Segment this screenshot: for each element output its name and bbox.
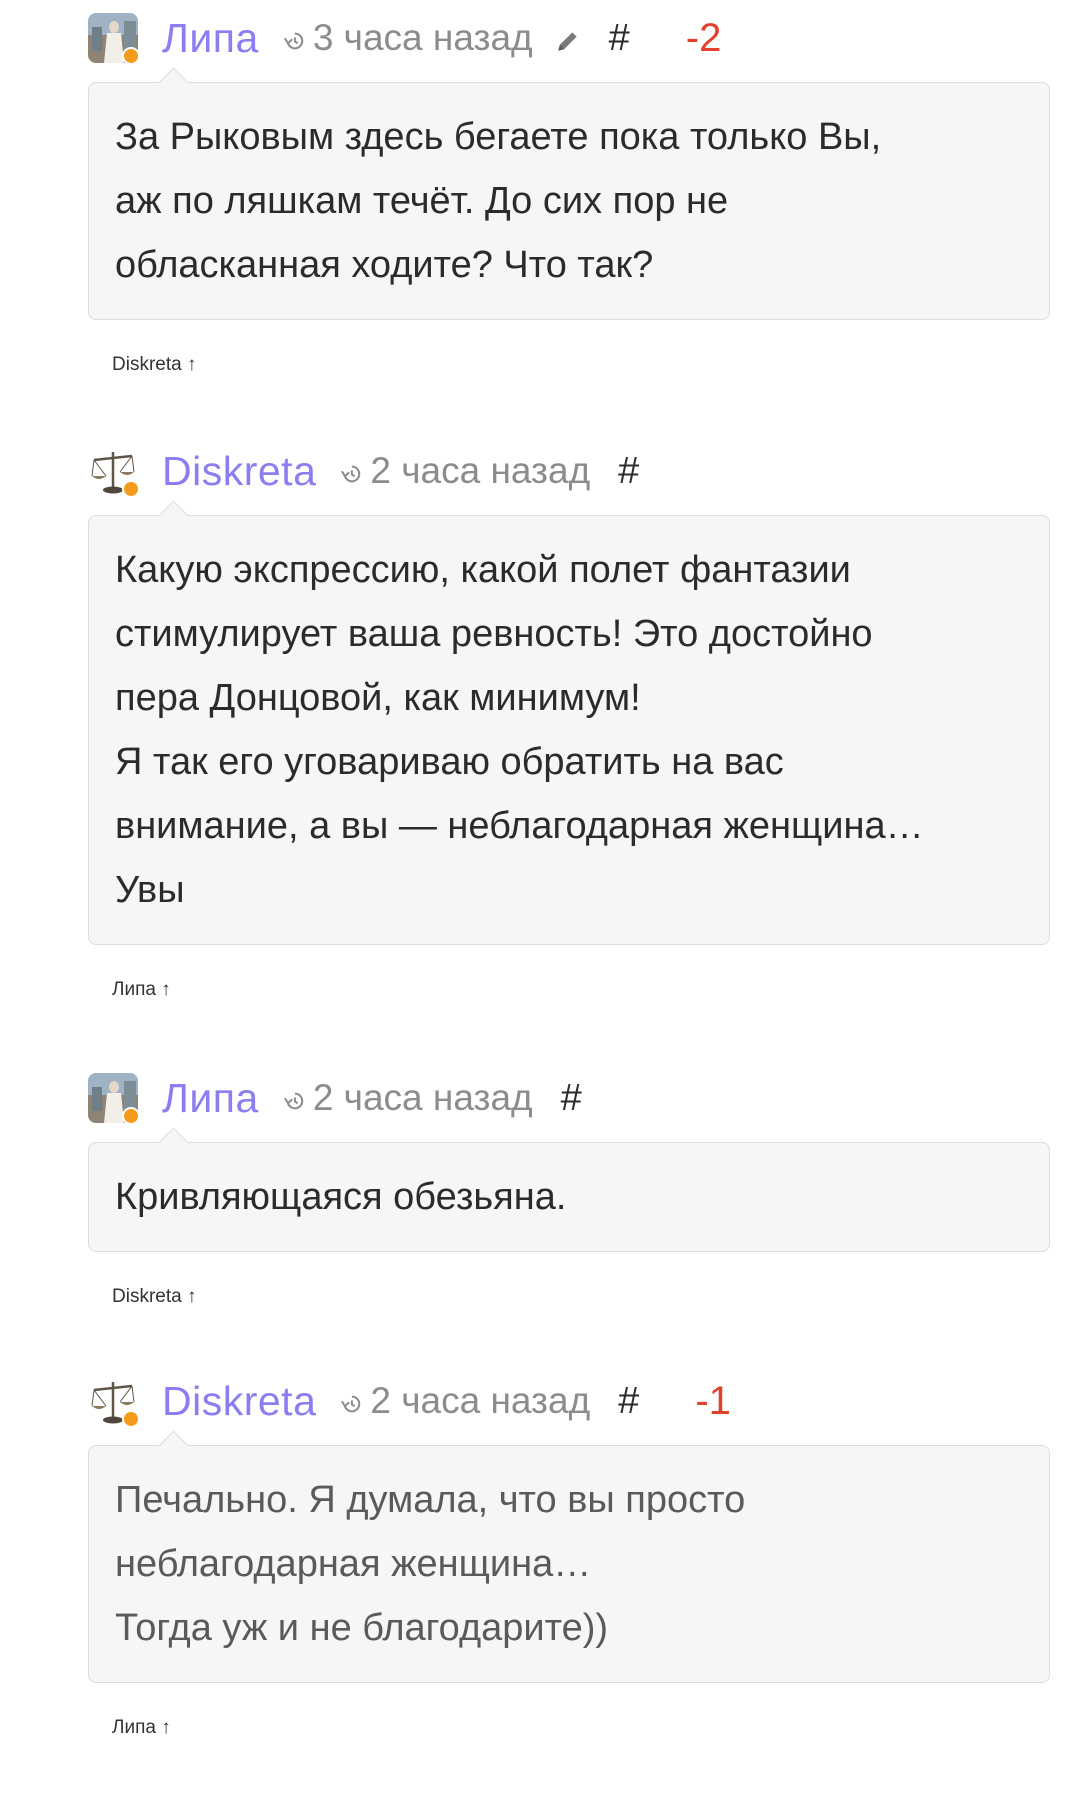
time-text: 2 часа назад — [370, 450, 591, 491]
reply-to: Липа ↑ — [112, 1717, 1050, 1739]
bubble-tip — [158, 1430, 189, 1461]
comment-line: Я так его уговариваю обратить на вас — [115, 741, 784, 783]
history-icon — [341, 465, 361, 483]
avatar[interactable] — [88, 1376, 140, 1428]
time-text: 2 часа назад — [370, 1380, 591, 1421]
comment-line: аж по ляшкам течёт. До сих пор не — [115, 180, 729, 222]
reply-to-link[interactable]: Липа ↑ — [112, 979, 171, 1000]
comment-body: Кривляющаяся обезьяна. — [88, 1127, 1050, 1252]
reply-to-link[interactable]: Липа ↑ — [112, 1717, 171, 1738]
timestamp[interactable]: 3 часа назад — [283, 17, 533, 59]
comment-score: -2 — [685, 15, 722, 60]
comment-score: -1 — [695, 1378, 731, 1423]
online-status-dot — [122, 480, 140, 498]
reply-to: Diskreta ↑ — [112, 1286, 1050, 1308]
comment-header: Diskreta 2 часа назад # -1 — [88, 1373, 1050, 1429]
comment-line: стимулирует ваша ревность! Это достойно — [115, 613, 873, 655]
bubble-tip — [158, 500, 189, 531]
permalink-anchor[interactable]: # — [609, 17, 630, 60]
comment-line: За Рыковым здесь бегаете пока только Вы, — [115, 116, 882, 158]
comment-line: Кривляющаяся обезьяна. — [115, 1176, 567, 1218]
author-link[interactable]: Diskreta — [162, 1378, 316, 1425]
comment-line: Печально. Я думала, что вы просто — [115, 1479, 746, 1521]
comment-line: внимание, а вы — неблагодарная женщина… — [115, 805, 924, 847]
time-text: 3 часа назад — [312, 17, 533, 58]
online-status-dot — [122, 1410, 140, 1428]
reply-to-link[interactable]: Diskreta ↑ — [112, 354, 196, 375]
history-icon — [283, 32, 304, 50]
comment-header: Diskreta 2 часа назад # — [88, 443, 1050, 499]
comment-body: Печально. Я думала, что вы просто неблаг… — [88, 1430, 1050, 1683]
permalink-anchor[interactable]: # — [618, 450, 639, 493]
comment-body: За Рыковым здесь бегаете пока только Вы,… — [88, 67, 1050, 320]
avatar[interactable] — [88, 13, 140, 65]
comment-header: Липа 3 часа назад # -2 — [88, 10, 1050, 66]
history-icon — [283, 1092, 304, 1110]
reply-to: Липа ↑ — [112, 979, 1050, 1001]
bubble-tip — [158, 1127, 189, 1158]
timestamp[interactable]: 2 часа назад — [283, 1077, 533, 1119]
comment-line: Какую экспрессию, какой полет фантазии — [115, 549, 851, 591]
author-link[interactable]: Липа — [162, 1075, 259, 1122]
author-link[interactable]: Diskreta — [162, 448, 316, 495]
online-status-dot — [122, 47, 140, 65]
time-text: 2 часа назад — [312, 1077, 533, 1118]
comment-body: Какую экспрессию, какой полет фантазии с… — [88, 500, 1050, 945]
comment-header: Липа 2 часа назад # — [88, 1070, 1050, 1126]
comment-line: Увы — [115, 869, 185, 911]
comment: Липа 3 часа назад # -2 За Рыковым здесь … — [88, 10, 1050, 376]
timestamp[interactable]: 2 часа назад — [340, 450, 590, 492]
history-icon — [341, 1395, 361, 1413]
avatar[interactable] — [88, 446, 140, 498]
edit-pencil-icon[interactable] — [555, 28, 581, 54]
comment-line: обласканная ходите? Что так? — [115, 244, 654, 286]
author-link[interactable]: Липа — [162, 15, 259, 62]
reply-to-link[interactable]: Diskreta ↑ — [112, 1286, 196, 1307]
comment: Липа 2 часа назад # Кривляющаяся обезьян… — [88, 1070, 1050, 1308]
comment-line: Тогда уж и не благодарите)) — [115, 1607, 609, 1649]
online-status-dot — [122, 1107, 140, 1125]
comment: Diskreta 2 часа назад # -1 Печально. Я д… — [88, 1373, 1050, 1739]
comment-line: неблагодарная женщина… — [115, 1543, 592, 1585]
avatar[interactable] — [88, 1073, 140, 1125]
comment: Diskreta 2 часа назад # Какую экспрессию… — [88, 443, 1050, 1001]
reply-to: Diskreta ↑ — [112, 354, 1050, 376]
bubble-tip — [158, 67, 189, 98]
comment-line: пера Донцовой, как минимум! — [115, 677, 641, 719]
permalink-anchor[interactable]: # — [618, 1380, 639, 1423]
permalink-anchor[interactable]: # — [561, 1077, 582, 1120]
timestamp[interactable]: 2 часа назад — [340, 1380, 590, 1422]
